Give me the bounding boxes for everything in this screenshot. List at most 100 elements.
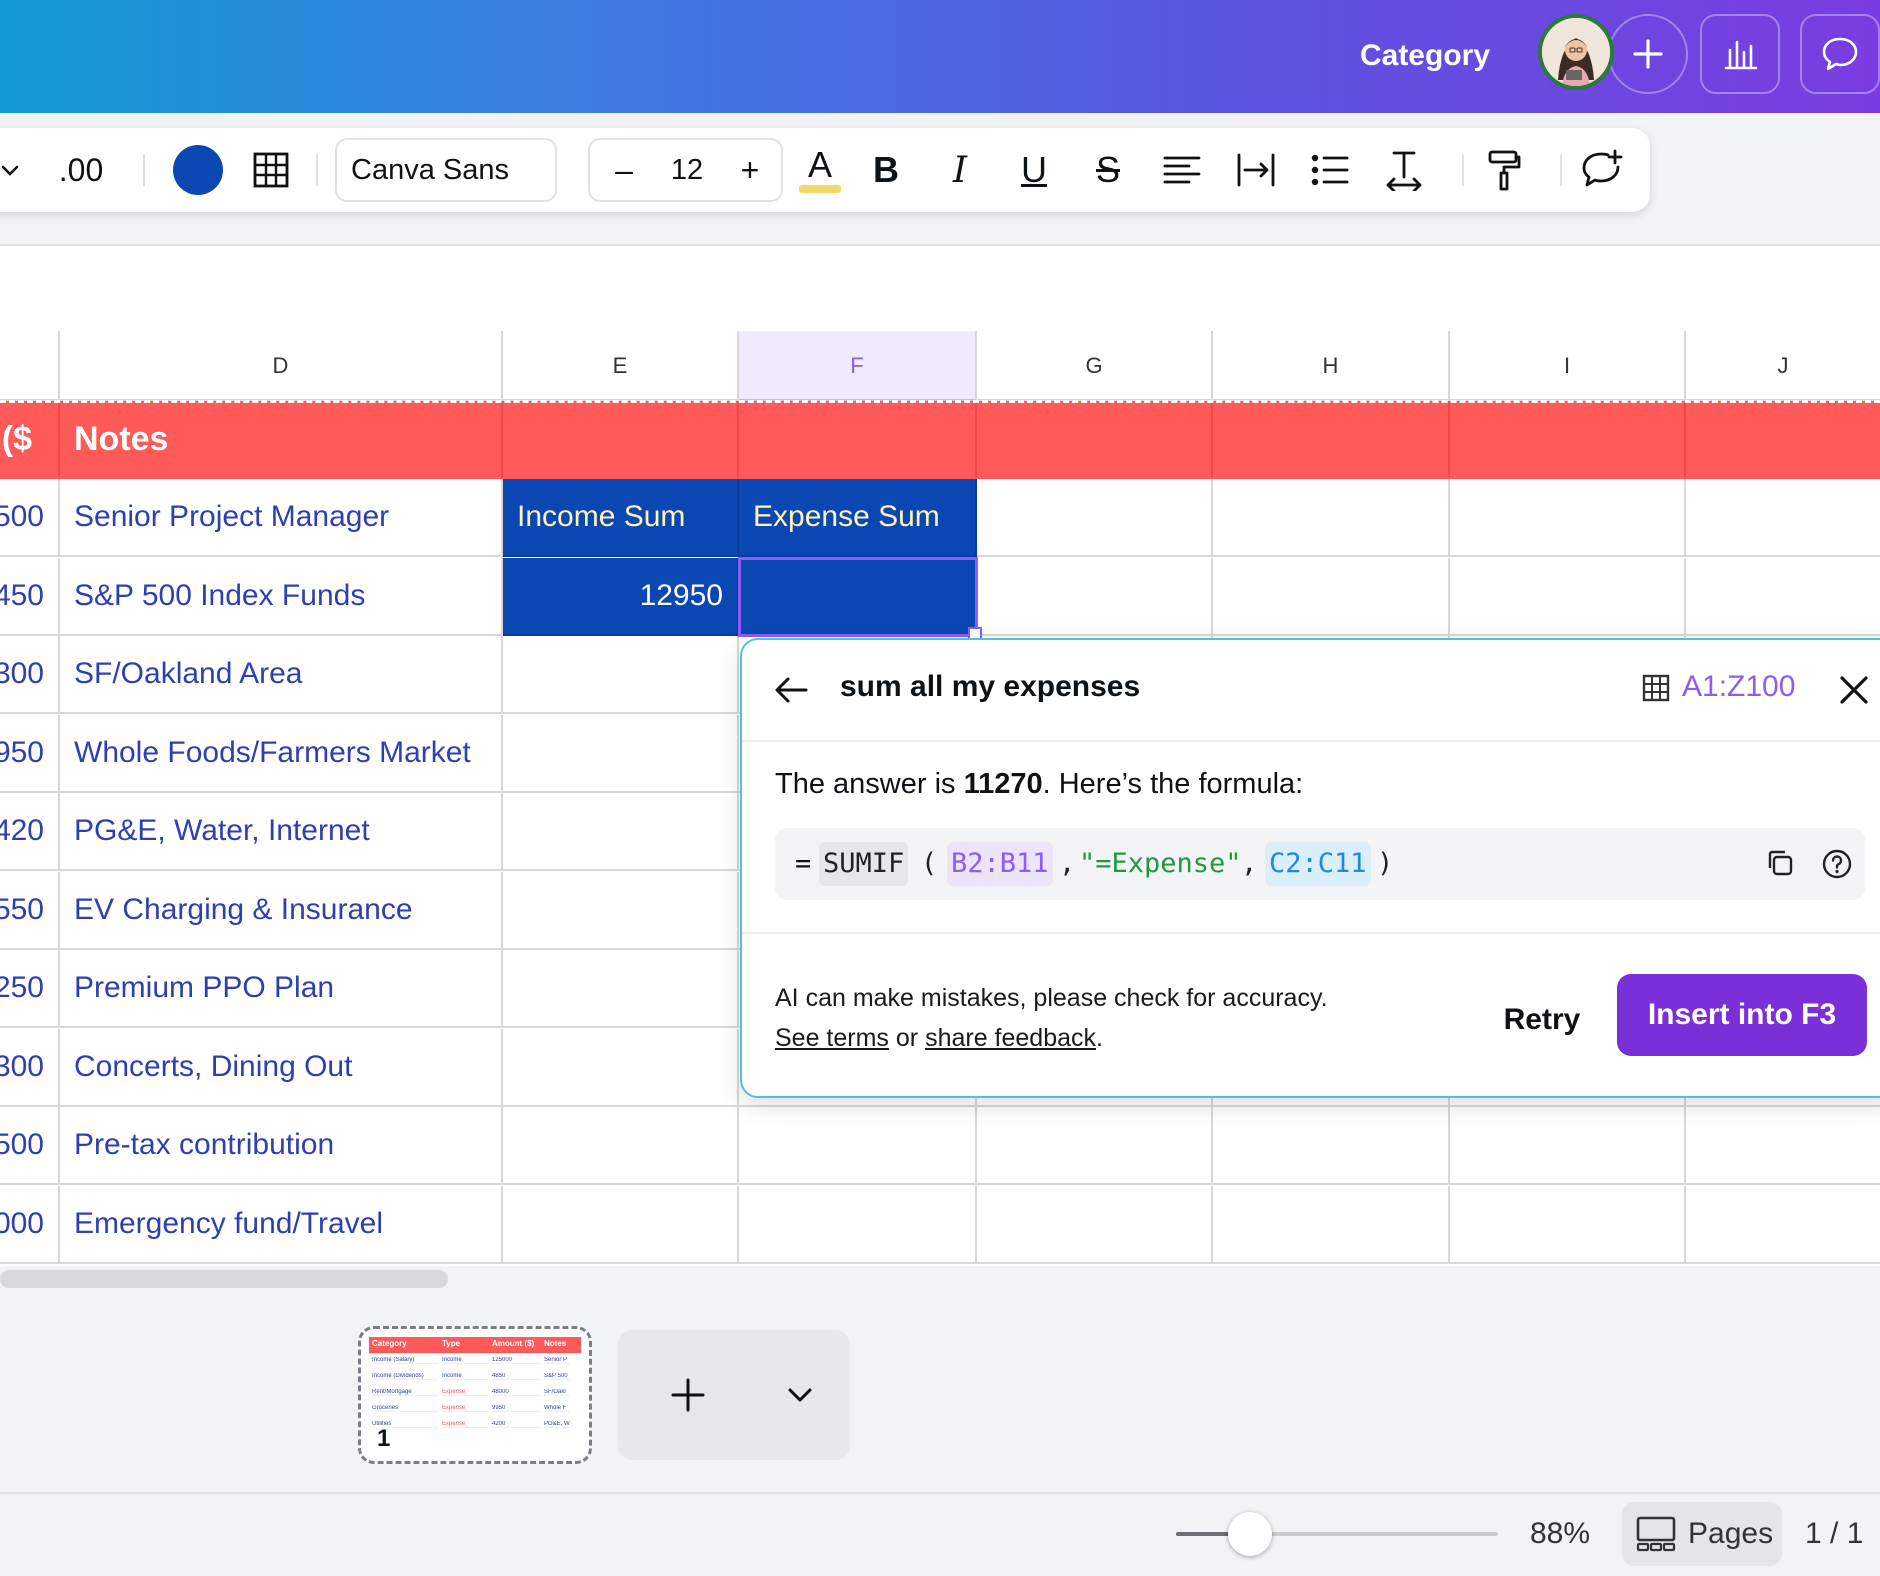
cell-d[interactable]: Emergency fund/Travel xyxy=(60,1185,503,1264)
header-cell-j[interactable] xyxy=(1686,401,1880,479)
cell-d[interactable]: PG&E, Water, Internet xyxy=(60,793,503,871)
align-button[interactable] xyxy=(1154,128,1210,212)
column-header-f[interactable]: F xyxy=(739,331,977,401)
horizontal-scrollbar[interactable] xyxy=(0,1270,448,1288)
cell-e[interactable] xyxy=(503,714,739,793)
cell-f[interactable] xyxy=(739,1185,977,1264)
cell-j[interactable] xyxy=(1686,1107,1880,1185)
column-header-h[interactable]: H xyxy=(1213,331,1450,401)
add-collaborator-button[interactable] xyxy=(1608,14,1688,94)
decimal-places-button[interactable]: .00 xyxy=(50,128,112,212)
text-wrap-button[interactable] xyxy=(1228,128,1284,212)
header-cell-notes[interactable]: Notes xyxy=(60,401,503,479)
increase-font-size-button[interactable]: + xyxy=(730,140,770,200)
add-comment-button[interactable] xyxy=(1572,128,1632,212)
cell-h[interactable] xyxy=(1213,1185,1450,1264)
italic-button[interactable]: I xyxy=(932,128,988,212)
cell-i[interactable] xyxy=(1450,1107,1686,1185)
cell-g[interactable] xyxy=(977,479,1213,557)
cell-d[interactable]: S&P 500 Index Funds xyxy=(60,557,503,636)
list-button[interactable] xyxy=(1302,128,1358,212)
zoom-slider[interactable] xyxy=(1176,1532,1498,1536)
cell-g[interactable] xyxy=(977,1185,1213,1264)
avatar[interactable] xyxy=(1538,14,1614,90)
cell-e[interactable]: Income Sum xyxy=(503,479,739,557)
back-button[interactable] xyxy=(772,670,812,710)
page-thumbnail[interactable]: Category Type Amount ($) Notes Income (Salar… xyxy=(358,1326,592,1464)
comments-button[interactable] xyxy=(1800,14,1880,94)
copy-style-button[interactable] xyxy=(1476,128,1532,212)
underline-button[interactable]: U xyxy=(1006,128,1062,212)
zoom-level[interactable]: 88% xyxy=(1530,1512,1590,1556)
cell-j[interactable] xyxy=(1686,479,1880,557)
cell-d[interactable]: Pre-tax contribution xyxy=(60,1107,503,1185)
cell-d[interactable]: EV Charging & Insurance xyxy=(60,871,503,950)
font-size-input[interactable]: 12 xyxy=(652,140,722,200)
text-color-button[interactable]: A xyxy=(792,128,848,212)
insights-button[interactable] xyxy=(1700,14,1780,94)
cell-c[interactable]: 450 xyxy=(0,557,60,636)
cell-c[interactable]: 500 xyxy=(0,479,60,557)
help-button[interactable] xyxy=(1821,848,1853,880)
cell-h[interactable] xyxy=(1213,557,1450,636)
insert-formula-button[interactable]: Insert into F3 xyxy=(1617,974,1867,1056)
cell-d[interactable]: Concerts, Dining Out xyxy=(60,1028,503,1107)
column-header-g[interactable]: G xyxy=(977,331,1213,401)
column-header-i[interactable]: I xyxy=(1450,331,1686,401)
font-family-select[interactable]: Canva Sans xyxy=(335,138,557,202)
close-button[interactable] xyxy=(1834,670,1874,710)
cell-c[interactable]: 420 xyxy=(0,793,60,871)
cell-e[interactable]: 12950 xyxy=(503,557,739,636)
column-header-j[interactable]: J xyxy=(1686,331,1880,401)
bold-button[interactable]: B xyxy=(858,128,914,212)
zoom-slider-handle[interactable] xyxy=(1228,1512,1273,1556)
header-cell-g[interactable] xyxy=(977,401,1213,479)
share-feedback-link[interactable]: share feedback xyxy=(925,1024,1096,1052)
cell-i[interactable] xyxy=(1450,479,1686,557)
cell-e[interactable] xyxy=(503,871,739,950)
page-options-dropdown[interactable] xyxy=(778,1375,822,1415)
cell-f[interactable]: Expense Sum xyxy=(739,479,977,557)
cell-j[interactable] xyxy=(1686,558,1880,636)
cell-e[interactable] xyxy=(503,950,739,1028)
column-header-e[interactable]: E xyxy=(503,331,739,401)
cell-h[interactable] xyxy=(1213,1107,1450,1185)
column-header-c[interactable] xyxy=(0,331,60,401)
cell-d[interactable]: Whole Foods/Farmers Market xyxy=(60,714,503,793)
cell-j[interactable] xyxy=(1686,1186,1880,1264)
copy-formula-button[interactable] xyxy=(1765,848,1797,880)
borders-button[interactable] xyxy=(242,128,300,212)
cell-e[interactable] xyxy=(503,1028,739,1107)
retry-button[interactable]: Retry xyxy=(1457,980,1627,1060)
cell-d[interactable]: Senior Project Manager xyxy=(60,479,503,557)
header-cell-i[interactable] xyxy=(1450,401,1686,479)
cell-g[interactable] xyxy=(977,1107,1213,1185)
spacing-button[interactable] xyxy=(1376,128,1432,212)
cell-f[interactable] xyxy=(739,1107,977,1185)
pages-button[interactable]: Pages xyxy=(1622,1502,1782,1566)
cell-e[interactable] xyxy=(503,1107,739,1185)
cell-c[interactable]: 250 xyxy=(0,950,60,1028)
cell-color-button[interactable] xyxy=(168,128,228,212)
cell-i[interactable] xyxy=(1450,557,1686,636)
add-page-button[interactable] xyxy=(658,1365,718,1425)
cell-e[interactable] xyxy=(503,1185,739,1264)
category-label[interactable]: Category xyxy=(1340,34,1510,78)
column-header-d[interactable]: D xyxy=(60,331,503,401)
cell-g[interactable] xyxy=(977,557,1213,636)
cell-e[interactable] xyxy=(503,793,739,871)
strikethrough-button[interactable]: S xyxy=(1080,128,1136,212)
cell-c[interactable]: 300 xyxy=(0,636,60,714)
cell-d[interactable]: Premium PPO Plan xyxy=(60,950,503,1028)
see-terms-link[interactable]: See terms xyxy=(775,1024,889,1052)
decrease-font-size-button[interactable]: – xyxy=(604,140,644,200)
header-cell-e[interactable] xyxy=(503,401,739,479)
number-format-dropdown[interactable] xyxy=(0,128,30,212)
cell-c[interactable]: 000 xyxy=(0,1185,60,1264)
header-cell-f[interactable] xyxy=(739,401,977,479)
cell-c[interactable]: 950 xyxy=(0,714,60,793)
header-cell-h[interactable] xyxy=(1213,401,1450,479)
cell-c[interactable]: 300 xyxy=(0,1028,60,1107)
cell-h[interactable] xyxy=(1213,479,1450,557)
cell-d[interactable]: SF/Oakland Area xyxy=(60,636,503,714)
